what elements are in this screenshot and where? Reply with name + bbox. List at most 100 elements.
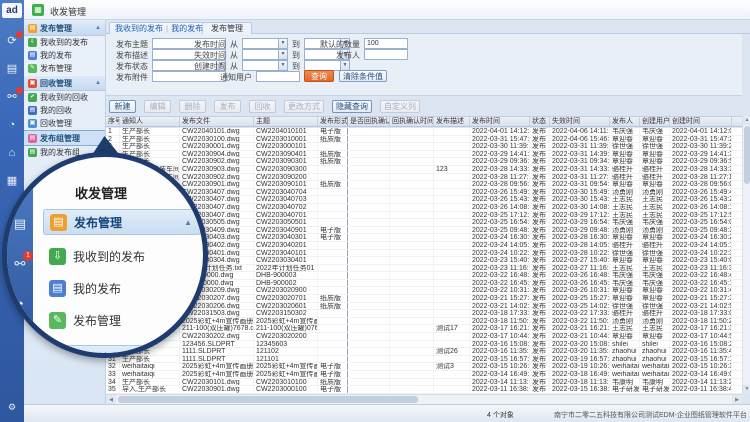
cell (348, 303, 390, 310)
column-header[interactable]: 发布形式 (318, 117, 348, 126)
cell: CW2203090301 (254, 158, 318, 165)
table-row[interactable]: 34生产部长CW22030101.dwgCW2203010100纸质版2022-… (106, 379, 742, 387)
folder-icon[interactable]: ▤ (0, 58, 24, 80)
collapse-arrow-icon[interactable]: ▲ (184, 218, 192, 227)
share-icon[interactable]: ⚯ (0, 86, 24, 108)
cell (390, 227, 434, 234)
cell: 2022-03-26 16:45:10 (550, 280, 610, 287)
menu-item-label: 发布管理 (74, 214, 122, 231)
toolbar-button-enabled[interactable]: 新建 (109, 100, 136, 113)
cell: 覃迎春 (610, 158, 640, 165)
magnified-menu-item[interactable]: ▤我的发布 (43, 275, 201, 301)
column-header[interactable]: 创建用户 (640, 117, 670, 126)
column-header[interactable]: 主题 (254, 117, 318, 126)
tab-received-publish[interactable]: 我收到的发布 (115, 24, 163, 33)
chevron-down-icon[interactable]: ▼ (278, 39, 287, 48)
default-count-input[interactable] (364, 38, 408, 49)
create-from-select[interactable]: ▼ (242, 60, 288, 71)
desc-label: 发布描述 (106, 50, 148, 61)
cell: 2022-03-22 17:33:06 (550, 310, 610, 317)
table-row[interactable]: 33weihaitaiqi2025彩虹+4m宣传画册2025彩虹+4m宣传画册0… (106, 371, 742, 379)
vertical-scrollbar[interactable]: ▲ ▼ (742, 116, 750, 394)
sidebar-item[interactable]: ✔我收到的回收 (24, 91, 105, 104)
cell (348, 333, 390, 340)
chevron-down-icon[interactable]: ▼ (278, 61, 287, 70)
cell: 骆桂升 (640, 310, 670, 317)
toolbar-button-enabled[interactable]: 隐藏查询 (332, 100, 372, 113)
magnified-menu-item[interactable]: ✎发布管理 (43, 307, 201, 333)
cell: 2022-03-25 14:02:51 (550, 303, 610, 310)
menu-icon: ▤ (28, 24, 37, 33)
settings-icon[interactable]: ⚙ (0, 396, 24, 418)
magnified-menu-item[interactable]: ⇩我收到的发布 (43, 243, 201, 269)
sidebar-item[interactable]: ✎发布管理 (24, 62, 105, 75)
cell: 2022-03-28 14:33:34 (470, 166, 530, 173)
cell: 2022-03-28 16:30:20 (550, 234, 610, 241)
sidebar-item[interactable]: ▤我的回收 (24, 104, 105, 117)
cell (434, 174, 470, 181)
attach-label: 发布附件 (106, 72, 148, 83)
publisher-input[interactable] (364, 49, 408, 60)
title-bar: ▦ 收发管理 (24, 0, 750, 20)
attach-input[interactable] (152, 71, 226, 82)
collapse-arrow-icon[interactable]: ▲ (95, 80, 101, 86)
clear-conditions-button[interactable]: 清除条件值 (339, 70, 387, 82)
app-logo[interactable]: ad (2, 3, 22, 18)
cell (390, 234, 434, 241)
column-header[interactable]: 发布文件 (180, 117, 254, 126)
magnified-menu-item[interactable]: ▤发布管理▲ (43, 209, 201, 235)
sidebar-item[interactable]: ▣回收管理▲ (24, 75, 105, 91)
query-button[interactable]: 查询 (304, 70, 334, 82)
cell: 2022-03-15 16:57:12 (670, 356, 732, 363)
column-header[interactable]: 状态 (530, 117, 550, 126)
cell: 2022-03-21 15:27:34 (670, 295, 732, 302)
horizontal-scrollbar[interactable]: ◀ ▶ (106, 394, 742, 404)
cell (348, 295, 390, 302)
chevron-down-icon[interactable]: ▼ (278, 50, 287, 59)
pubtime-from-select[interactable]: ▼ (242, 38, 288, 49)
magnified-menu-item[interactable]: ▣回收管理▲ (43, 345, 201, 358)
page-title: 收发管理 (50, 5, 86, 18)
cell (348, 151, 390, 158)
cell: 2022-03-18 11:50:29 (470, 318, 530, 325)
column-header[interactable]: 失效时间 (550, 117, 610, 126)
cell (434, 295, 470, 302)
notify-input[interactable] (256, 71, 300, 82)
column-header[interactable]: 创建时间 (670, 117, 732, 126)
cell: CW2203040704 (254, 189, 318, 196)
cell: 发布 (530, 204, 550, 211)
expire-from-select[interactable]: ▼ (242, 49, 288, 60)
cell: 2022-03-25 15:27:34 (550, 295, 610, 302)
collapse-arrow-icon[interactable]: ▲ (184, 354, 192, 359)
sync-icon[interactable]: ⟳ (0, 30, 24, 52)
scroll-down-icon[interactable]: ▼ (743, 385, 750, 394)
vertical-scroll-thumb[interactable] (744, 126, 750, 184)
column-header[interactable]: 发布时间 (470, 117, 530, 126)
menu-item-label: 我收到的发布 (73, 248, 145, 265)
column-header[interactable]: 是否回执确认 (348, 117, 390, 126)
sidebar-item[interactable]: ⇩我收到的发布 (24, 36, 105, 49)
sidebar-item[interactable]: ▤我的发布 (24, 49, 105, 62)
cell: CW22030901.dwg (180, 386, 254, 393)
column-header[interactable]: 通知人 (120, 117, 180, 126)
sidebar-item[interactable]: ▤发布管理▲ (24, 20, 105, 36)
cell: 电子版 (318, 386, 348, 393)
cell (348, 257, 390, 264)
collapse-arrow-icon[interactable]: ▲ (95, 25, 101, 31)
cell: 发布 (530, 386, 550, 393)
sidebar-item[interactable]: ▣回收管理 (24, 117, 105, 130)
tab-my-publish[interactable]: 我的发布 (171, 24, 203, 33)
table-row[interactable]: 35导入,生产部长CW22030901.dwgCW2203000100电子版20… (106, 386, 742, 394)
cell (348, 242, 390, 249)
cell (348, 189, 390, 196)
cell: 2022-03-26 15:49:43 (470, 189, 530, 196)
column-header[interactable]: 发布人 (610, 117, 640, 126)
cell: 王志民 (640, 196, 670, 203)
column-header[interactable]: 发布描述 (434, 117, 470, 126)
horizontal-scroll-thumb[interactable] (118, 396, 418, 403)
column-header[interactable]: 回执确认时间 (390, 117, 434, 126)
cell: DHB-900003 (254, 272, 318, 279)
column-header[interactable]: 序号 (106, 117, 120, 126)
scroll-up-icon[interactable]: ▲ (743, 116, 750, 125)
chevron-down-icon[interactable]: ▼ (340, 61, 349, 70)
